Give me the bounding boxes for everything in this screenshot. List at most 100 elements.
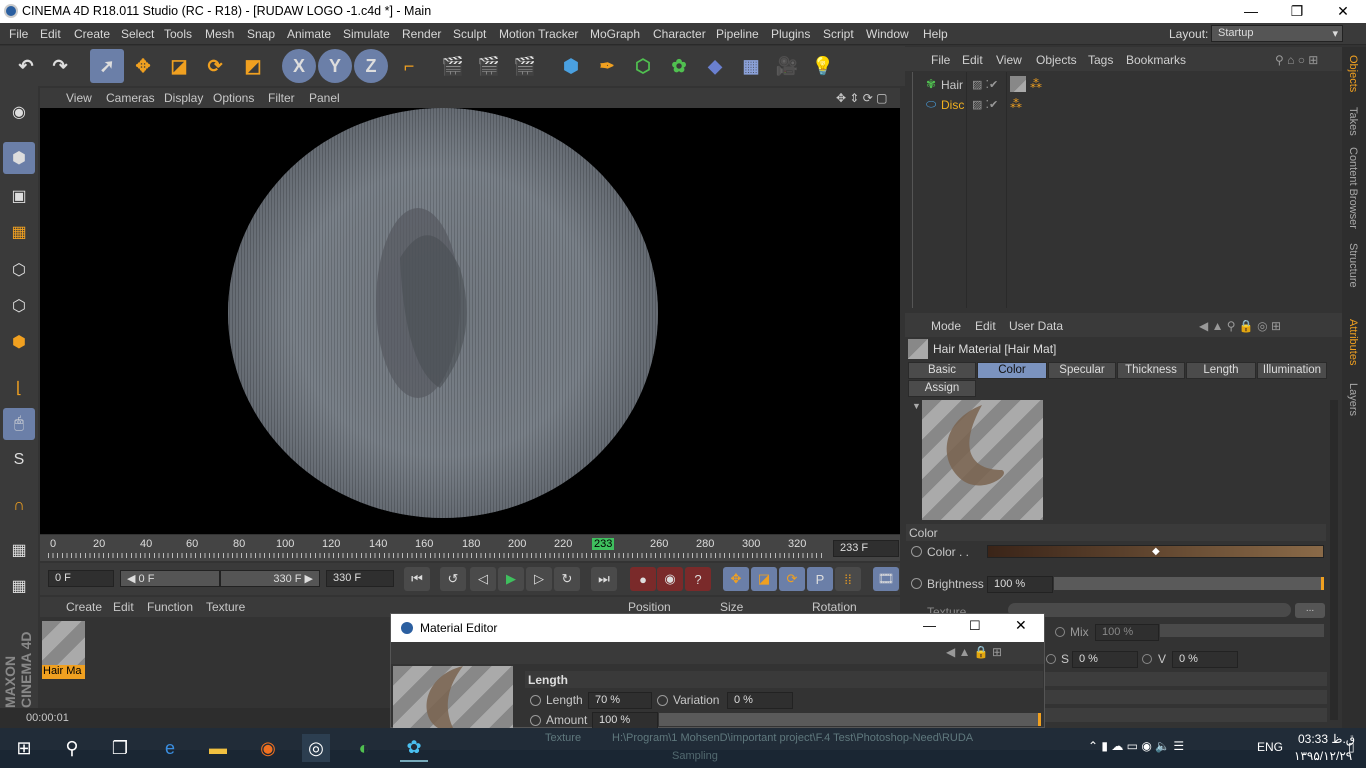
tab-length[interactable]: Length	[1186, 362, 1256, 379]
file-explorer-icon[interactable]: ▬	[204, 734, 232, 762]
tab-assign[interactable]: Assign	[908, 380, 976, 397]
side-tab-structure[interactable]: Structure	[1347, 243, 1359, 288]
next-key-icon[interactable]: ↻	[554, 567, 580, 591]
magnet-icon[interactable]: ∩	[3, 490, 35, 522]
viewport-menu-panel[interactable]: Panel	[309, 91, 340, 105]
menu-sculpt[interactable]: Sculpt	[453, 27, 486, 41]
brightness-slider[interactable]	[1054, 577, 1324, 590]
go-to-end-icon[interactable]: ⏭	[591, 567, 617, 591]
menu-help[interactable]: Help	[923, 27, 948, 41]
windows-start-icon[interactable]: ⊞	[10, 734, 38, 762]
x-axis-lock-button[interactable]: X	[282, 49, 316, 83]
key-parameter-icon[interactable]: P	[807, 567, 833, 591]
amount-slider[interactable]	[659, 713, 1041, 726]
s-field[interactable]: 0 %	[1072, 651, 1138, 668]
cinema4d-taskbar-icon[interactable]: ◎	[302, 734, 330, 762]
coordinate-system-icon[interactable]: ⌐	[392, 49, 426, 83]
cube-icon[interactable]: ⬢	[554, 49, 588, 83]
amount-field[interactable]: 100 %	[592, 712, 658, 729]
side-tab-objects[interactable]: Objects	[1347, 55, 1359, 92]
minimize-button[interactable]: —	[923, 618, 936, 633]
deformer-icon[interactable]: ◆	[698, 49, 732, 83]
scale-icon[interactable]: ◪	[162, 49, 196, 83]
mat-menu-edit[interactable]: Edit	[113, 600, 134, 614]
menu-simulate[interactable]: Simulate	[343, 27, 390, 41]
side-tab-takes[interactable]: Takes	[1347, 107, 1359, 136]
attr-menu-mode[interactable]: Mode	[931, 319, 961, 333]
key-position-icon[interactable]: ✥	[723, 567, 749, 591]
notifications-icon[interactable]: ▯	[1348, 740, 1355, 754]
viewport-navigation-icons[interactable]: ✥ ⇕ ⟳ ▢	[836, 91, 888, 105]
tab-color[interactable]: Color	[977, 362, 1047, 379]
attribute-scrollbar[interactable]	[1330, 400, 1338, 720]
object-manager-tools-icons[interactable]: ⚲ ⌂ ○ ⊞	[1275, 53, 1318, 67]
play-icon[interactable]: ▶	[498, 567, 524, 591]
texture-browse-button[interactable]: ...	[1295, 603, 1325, 618]
floor-icon[interactable]: ▦	[734, 49, 768, 83]
animate-color-radio[interactable]	[911, 546, 922, 557]
menu-render[interactable]: Render	[402, 27, 441, 41]
rotate-icon[interactable]: ⟳	[198, 49, 232, 83]
key-pla-icon[interactable]: ⁞⁞	[835, 567, 861, 591]
animate-mix-radio[interactable]	[1055, 627, 1065, 637]
obj-menu-objects[interactable]: Objects	[1036, 53, 1077, 67]
close-button[interactable]: ✕	[1015, 617, 1027, 634]
mat-menu-function[interactable]: Function	[147, 600, 193, 614]
z-axis-lock-button[interactable]: Z	[354, 49, 388, 83]
menu-edit[interactable]: Edit	[40, 27, 61, 41]
variation-field[interactable]: 0 %	[727, 692, 793, 709]
tab-specular[interactable]: Specular	[1048, 362, 1116, 379]
axis-mode-icon[interactable]: ⌊	[3, 372, 35, 404]
mix-field[interactable]: 100 %	[1095, 624, 1159, 641]
animate-amount-radio[interactable]	[530, 715, 541, 726]
clock-date[interactable]: ۱۳۹۵/۱۲/۲۹	[1294, 749, 1352, 763]
attr-menu-edit[interactable]: Edit	[975, 319, 996, 333]
live-selection-icon[interactable]: ➚	[90, 49, 124, 83]
autokey-icon[interactable]: ◉	[657, 567, 683, 591]
menu-window[interactable]: Window	[866, 27, 909, 41]
viewport-menu-options[interactable]: Options	[213, 91, 254, 105]
previous-frame-icon[interactable]: ◁	[470, 567, 496, 591]
redo-icon[interactable]: ↷	[43, 49, 77, 83]
render-view-icon[interactable]: 🎬	[436, 49, 470, 83]
tab-basic[interactable]: Basic	[908, 362, 976, 379]
range-start-slider[interactable]: ◀ 0 F	[120, 570, 220, 587]
obj-menu-bookmarks[interactable]: Bookmarks	[1126, 53, 1186, 67]
range-end-slider[interactable]: 330 F ▶	[220, 570, 320, 587]
menu-mesh[interactable]: Mesh	[205, 27, 234, 41]
c4d-active-icon[interactable]: ✿	[400, 734, 428, 762]
render-picture-viewer-icon[interactable]: 🎬	[472, 49, 506, 83]
viewport-menu-cameras[interactable]: Cameras	[106, 91, 155, 105]
search-icon[interactable]: ⚲	[58, 734, 86, 762]
camera-icon[interactable]: 🎥	[770, 49, 804, 83]
timeline-playhead[interactable]: 233	[592, 538, 615, 550]
menu-plugins[interactable]: Plugins	[771, 27, 810, 41]
undo-icon[interactable]: ↶	[9, 49, 43, 83]
side-tab-attributes[interactable]: Attributes	[1347, 319, 1359, 365]
texture-mode-icon[interactable]: ▣	[3, 180, 35, 212]
maximize-button[interactable]: ❐	[1274, 0, 1320, 23]
object-row-disc[interactable]: ⬭ Disc ▨ ⁚✔ ⁂	[922, 96, 1342, 114]
model-mode-icon[interactable]: ⬢	[3, 142, 35, 174]
timeline-window-icon[interactable]: 🎞	[873, 567, 899, 591]
attr-menu-user-data[interactable]: User Data	[1009, 319, 1063, 333]
material-tag-icon[interactable]	[1010, 76, 1026, 92]
menu-create[interactable]: Create	[74, 27, 110, 41]
subdivision-icon[interactable]: ⬡	[626, 49, 660, 83]
workplane-lock-icon[interactable]: ▦	[3, 534, 35, 566]
material-name-label[interactable]: Hair Ma	[42, 665, 85, 679]
maximize-button[interactable]: ☐	[969, 618, 981, 634]
3d-viewport[interactable]	[40, 108, 900, 534]
obj-menu-edit[interactable]: Edit	[962, 53, 983, 67]
brightness-field[interactable]: 100 %	[987, 576, 1053, 593]
texture-path-field[interactable]	[1008, 603, 1291, 617]
length-field[interactable]: 70 %	[588, 692, 652, 709]
render-settings-icon[interactable]: 🎬	[508, 49, 542, 83]
visibility-toggle-icon[interactable]: ▨ ⁚✔	[972, 78, 998, 91]
menu-character[interactable]: Character	[653, 27, 706, 41]
previous-key-icon[interactable]: ↺	[440, 567, 466, 591]
tab-illumination[interactable]: Illumination	[1257, 362, 1327, 379]
y-axis-lock-button[interactable]: Y	[318, 49, 352, 83]
points-mode-icon[interactable]: ⬡	[3, 254, 35, 286]
start-frame-field[interactable]: 0 F	[48, 570, 114, 587]
